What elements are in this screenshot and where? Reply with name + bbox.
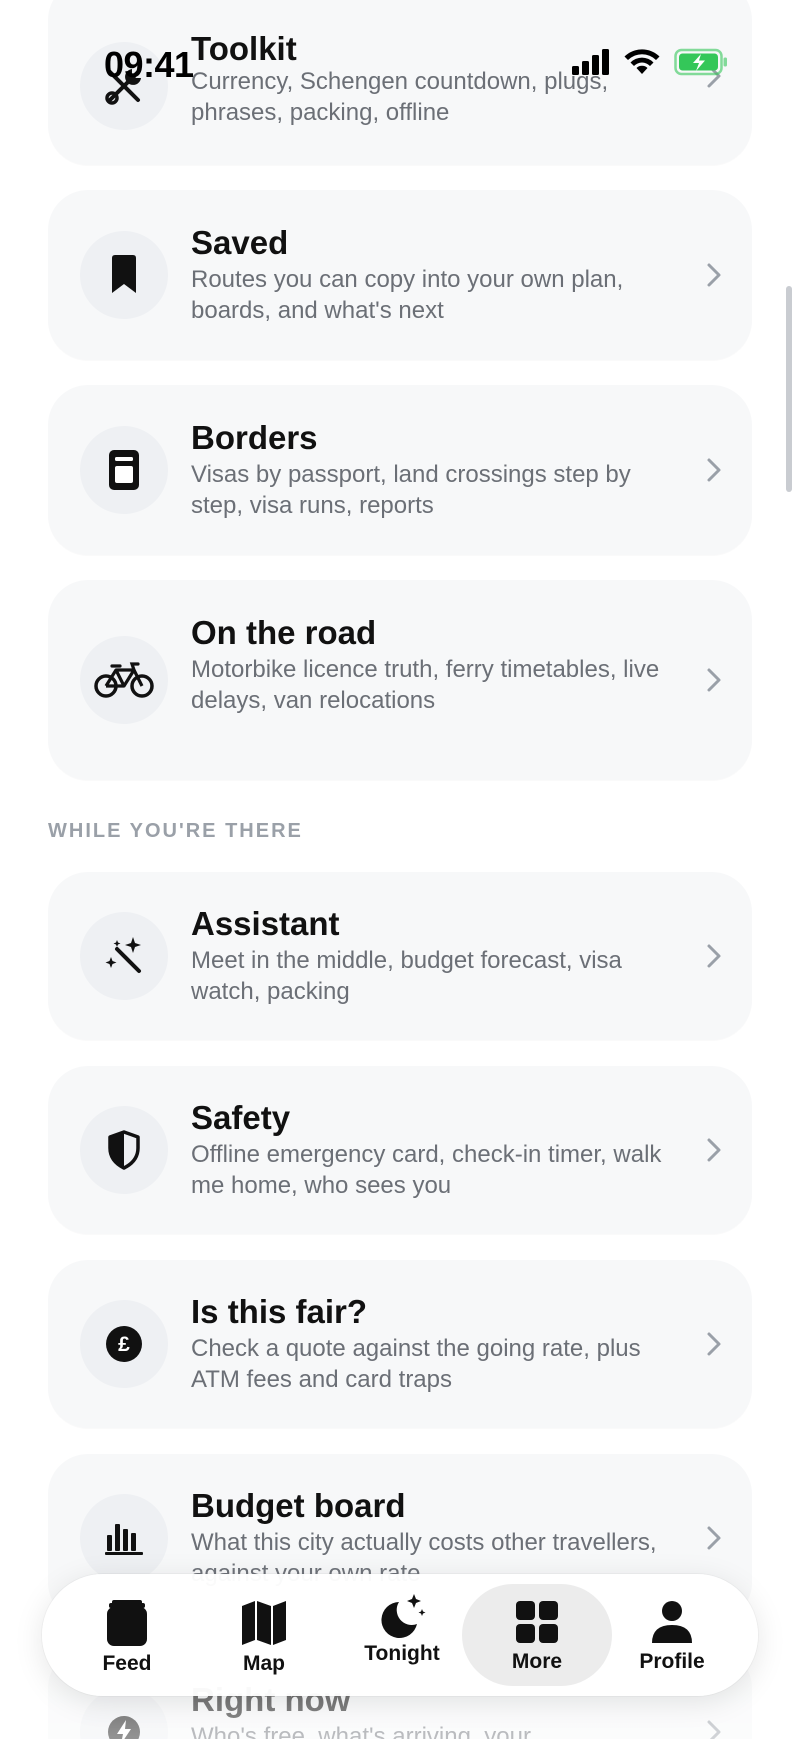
tab-tonight[interactable]: Tonight bbox=[327, 1584, 477, 1686]
chevron-right-icon bbox=[707, 1720, 721, 1739]
assistant-desc: Meet in the middle, budget forecast, vis… bbox=[191, 947, 622, 1005]
scrollbar[interactable] bbox=[786, 286, 792, 492]
wifi-icon bbox=[624, 49, 660, 74]
chevron-right-icon bbox=[707, 1332, 721, 1356]
chevron-right-icon bbox=[707, 263, 721, 287]
borders-icon-wrap bbox=[80, 426, 168, 514]
status-icons bbox=[572, 48, 728, 76]
safety-card[interactable]: Safety Offline emergency card, check-in … bbox=[48, 1066, 752, 1234]
bookmark-icon bbox=[112, 255, 136, 293]
safety-title: Safety bbox=[191, 1099, 291, 1136]
assistant-icon-wrap bbox=[80, 912, 168, 1000]
is-this-fair-title: Is this fair? bbox=[191, 1293, 368, 1330]
saved-icon-wrap bbox=[80, 231, 168, 319]
svg-text:£: £ bbox=[118, 1333, 130, 1356]
passport-icon bbox=[109, 450, 139, 490]
chevron-right-icon bbox=[707, 1138, 721, 1162]
chevron-right-icon bbox=[707, 944, 721, 968]
pound-coin-icon: £ bbox=[106, 1326, 142, 1362]
tab-feed-label: Feed bbox=[102, 1652, 152, 1675]
tab-map[interactable]: Map bbox=[189, 1584, 339, 1686]
safety-icon-wrap bbox=[80, 1106, 168, 1194]
lightning-icon bbox=[108, 1716, 140, 1739]
status-time: 09:41 bbox=[104, 44, 194, 85]
grid-icon bbox=[516, 1601, 558, 1643]
assistant-card[interactable]: Assistant Meet in the middle, budget for… bbox=[48, 872, 752, 1040]
tab-profile-label: Profile bbox=[639, 1650, 705, 1673]
moon-stars-icon bbox=[381, 1594, 426, 1638]
on-the-road-card[interactable]: On the road Motorbike licence truth, fer… bbox=[48, 580, 752, 780]
saved-title: Saved bbox=[191, 224, 289, 261]
magic-wand-icon bbox=[105, 937, 141, 973]
budget-board-icon-wrap bbox=[80, 1494, 168, 1582]
battery-charging-icon bbox=[674, 48, 727, 76]
section-label-while-there: WHILE YOU'RE THERE bbox=[48, 820, 303, 842]
on-the-road-desc: Motorbike licence truth, ferry timetable… bbox=[191, 656, 660, 714]
chevron-right-icon bbox=[707, 458, 721, 482]
chevron-right-icon bbox=[707, 668, 721, 692]
saved-desc: Routes you can copy into your own plan, … bbox=[191, 266, 624, 324]
map-icon bbox=[242, 1601, 286, 1645]
tab-more-label: More bbox=[511, 1650, 563, 1673]
borders-desc: Visas by passport, land crossings step b… bbox=[191, 461, 631, 519]
tab-feed[interactable]: Feed bbox=[52, 1584, 202, 1686]
is-this-fair-icon-wrap: £ bbox=[80, 1300, 168, 1388]
right-now-desc: Who's free, what's arriving, your bbox=[191, 1723, 531, 1739]
assistant-title: Assistant bbox=[191, 905, 340, 942]
is-this-fair-card[interactable]: £ Is this fair? Check a quote against th… bbox=[48, 1260, 752, 1428]
chevron-right-icon bbox=[707, 1526, 721, 1550]
tab-map-label: Map bbox=[243, 1652, 285, 1675]
shield-icon bbox=[108, 1130, 140, 1170]
borders-card[interactable]: Borders Visas by passport, land crossing… bbox=[48, 385, 752, 555]
safety-desc: Offline emergency card, check-in timer, … bbox=[191, 1141, 662, 1199]
tab-bar: Feed Map Tonight More Profile bbox=[42, 1574, 758, 1696]
budget-board-title: Budget board bbox=[191, 1487, 406, 1524]
bar-chart-icon bbox=[105, 1524, 143, 1555]
feed-icon bbox=[107, 1600, 147, 1646]
toolkit-title: Toolkit bbox=[191, 30, 297, 67]
saved-card[interactable]: Saved Routes you can copy into your own … bbox=[48, 190, 752, 360]
cellular-signal-icon bbox=[572, 49, 609, 75]
borders-title: Borders bbox=[191, 419, 318, 456]
bicycle-icon bbox=[94, 662, 154, 698]
on-the-road-title: On the road bbox=[191, 614, 377, 651]
person-icon bbox=[652, 1601, 692, 1643]
tab-more[interactable]: More bbox=[462, 1584, 612, 1686]
tab-profile[interactable]: Profile bbox=[597, 1584, 747, 1686]
more-screen: 09:41 Toolkit Currency, Schengen countdo… bbox=[0, 0, 800, 1739]
on-the-road-icon-wrap bbox=[80, 636, 168, 724]
is-this-fair-desc: Check a quote against the going rate, pl… bbox=[191, 1335, 641, 1393]
tab-tonight-label: Tonight bbox=[364, 1642, 440, 1665]
